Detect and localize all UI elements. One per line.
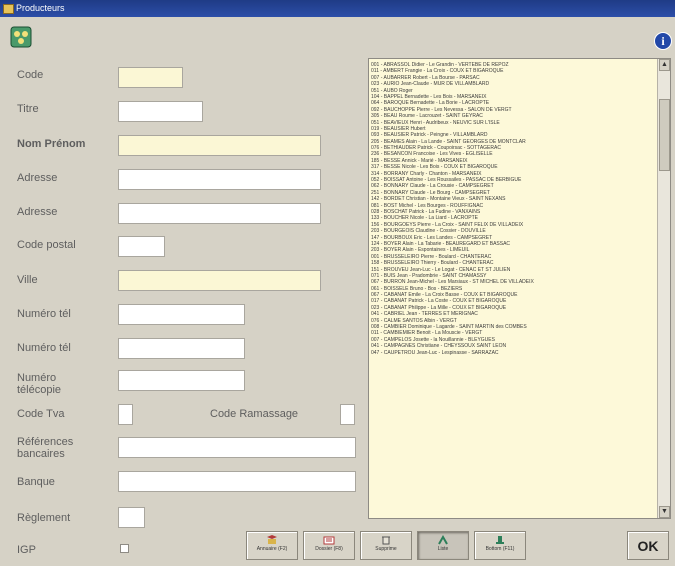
producteurs-list[interactable]: 001 - ABRASSOL Didier - Le Grandin - VER… bbox=[368, 58, 671, 519]
bottom-button[interactable]: Bottom (F11) bbox=[474, 531, 526, 560]
dossier-button[interactable]: Dossier (F8) bbox=[303, 531, 355, 560]
banque-label: Banque bbox=[17, 476, 55, 488]
numero-tel1-field[interactable] bbox=[118, 304, 245, 325]
nom-prenom-label: Nom Prénom bbox=[17, 138, 86, 150]
reglement-field[interactable] bbox=[118, 507, 145, 528]
code-tva-field[interactable] bbox=[118, 404, 133, 425]
dossier-label: Dossier (F8) bbox=[315, 546, 343, 552]
producteurs-window: Producteurs i Code Titre Nom Prénom Adre… bbox=[0, 0, 675, 566]
annuaire-label: Annuaire (F2) bbox=[256, 546, 288, 552]
title-bar: Producteurs bbox=[0, 0, 675, 17]
banque-field[interactable] bbox=[118, 471, 356, 492]
titre-label: Titre bbox=[17, 103, 39, 115]
list-icon bbox=[438, 535, 448, 545]
folder-icon bbox=[323, 536, 335, 545]
scroll-down-icon[interactable]: ▼ bbox=[659, 506, 670, 518]
reglement-label: Règlement bbox=[17, 512, 71, 524]
code-postal-label: Code postal bbox=[17, 239, 76, 251]
supprime-button[interactable]: Supprime bbox=[360, 531, 412, 560]
nom-prenom-field[interactable] bbox=[118, 135, 321, 156]
numero-tel2-field[interactable] bbox=[118, 338, 245, 359]
bottom-icon bbox=[496, 536, 504, 544]
titre-field[interactable] bbox=[118, 101, 203, 122]
book-icon bbox=[267, 535, 277, 544]
list-item[interactable]: 047 - CAUPETROU Jean-Luc - Lespinasse - … bbox=[371, 350, 657, 356]
code-label: Code bbox=[17, 69, 44, 81]
list-scrollbar[interactable]: ▲ ▼ bbox=[657, 59, 670, 518]
code-ramassage-field[interactable] bbox=[340, 404, 355, 425]
references-bancaires-field[interactable] bbox=[118, 437, 356, 458]
adresse1-field[interactable] bbox=[118, 169, 321, 190]
ok-button[interactable]: OK bbox=[627, 531, 669, 560]
delete-icon bbox=[382, 536, 390, 545]
window-title: Producteurs bbox=[16, 3, 65, 13]
info-icon[interactable]: i bbox=[654, 32, 672, 50]
annuaire-button[interactable]: Annuaire (F2) bbox=[246, 531, 298, 560]
numero-tel2-label: Numéro tél bbox=[17, 342, 71, 354]
bottom-label: Bottom (F11) bbox=[485, 546, 515, 552]
code-tva-label: Code Tva bbox=[17, 408, 65, 420]
igp-checkbox[interactable] bbox=[120, 544, 129, 553]
ville-label: Ville bbox=[17, 274, 38, 286]
scroll-up-icon[interactable]: ▲ bbox=[659, 59, 670, 71]
numero-tel1-label: Numéro tél bbox=[17, 308, 71, 320]
app-logo-icon bbox=[10, 26, 32, 48]
window-icon bbox=[3, 4, 14, 14]
liste-button[interactable]: Liste bbox=[417, 531, 469, 560]
numero-telecopie-label: Numéro télécopie bbox=[17, 372, 62, 396]
scroll-thumb[interactable] bbox=[659, 99, 670, 171]
adresse2-label: Adresse bbox=[17, 206, 58, 218]
code-field[interactable] bbox=[118, 67, 183, 88]
liste-label: Liste bbox=[437, 546, 449, 552]
code-ramassage-label: Code Ramassage bbox=[210, 408, 299, 420]
code-postal-field[interactable] bbox=[118, 236, 165, 257]
numero-telecopie-field[interactable] bbox=[118, 370, 245, 391]
supprime-label: Supprime bbox=[375, 546, 397, 552]
igp-label: IGP bbox=[17, 544, 36, 556]
ville-field[interactable] bbox=[118, 270, 321, 291]
list-rows: 001 - ABRASSOL Didier - Le Grandin - VER… bbox=[371, 62, 657, 356]
adresse2-field[interactable] bbox=[118, 203, 321, 224]
adresse1-label: Adresse bbox=[17, 172, 58, 184]
references-bancaires-label: Références bancaires bbox=[17, 436, 74, 460]
